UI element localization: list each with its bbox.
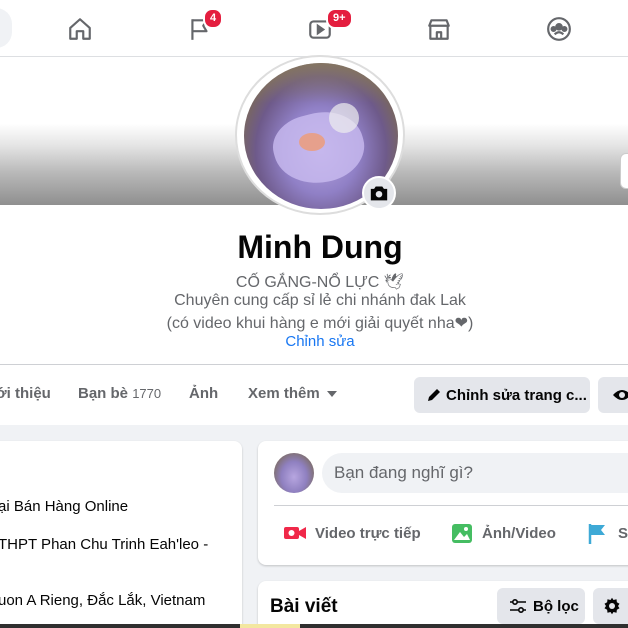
flag-icon [588,524,605,544]
top-navigation: 4 9+ [0,0,628,57]
intro-location: uon A Rieng, Đắc Lắk, Vietnam [0,592,206,609]
posts-title: Bài viết [270,596,338,617]
watch-badge: 9+ [326,8,353,29]
edit-cover-button[interactable] [620,153,628,189]
photo-video-button[interactable]: Ảnh/Video [450,518,556,548]
tab-friends[interactable]: Bạn bè 1770 [78,385,161,402]
manage-posts-button[interactable] [593,588,628,624]
pencil-icon [428,389,440,401]
nav-tab-marketplace[interactable] [409,8,469,50]
view-as-button[interactable] [598,377,628,413]
camera-icon [370,186,388,201]
divider [0,364,628,365]
composer-avatar[interactable] [274,453,314,493]
bio-line: (có video khui hàng e mới giải quyết nha… [166,315,474,332]
live-video-button[interactable]: Video trực tiếp [283,518,421,548]
profile-name: Minh Dung [237,229,403,265]
photo-icon [452,524,472,543]
tab-photos[interactable]: Ảnh [189,385,218,402]
nav-tab-pages[interactable]: 4 [170,8,230,50]
life-event-label: Sự [618,524,628,542]
photo-video-label: Ảnh/Video [482,524,556,542]
bio-line: Chuyên cung cấp sỉ lẻ chi nhánh đak Lak [174,292,466,309]
filter-label: Bộ lọc [533,597,579,615]
nav-tab-watch[interactable]: 9+ [290,8,353,50]
home-icon [69,18,91,40]
tab-about[interactable]: ới thiệu [0,385,51,402]
bio-line: CỐ GẮNG-NỔ LỰC 🕊 [235,274,405,291]
friends-count: 1770 [132,386,162,401]
store-icon [428,19,450,40]
edit-profile-button[interactable]: Chỉnh sửa trang c... [414,377,590,413]
divider [274,505,628,506]
caret-down-icon [326,390,337,397]
taskbar-edge [0,624,628,628]
live-video-icon [284,527,306,539]
gear-icon [604,597,620,615]
tab-more[interactable]: Xem thêm [248,385,338,402]
edit-bio-link[interactable]: Chỉnh sửa [0,333,628,350]
nav-tab-home[interactable] [50,8,110,50]
edit-profile-label: Chỉnh sửa trang c... [446,386,587,404]
intro-school: THPT Phan Chu Trinh Eah'leo - [0,536,209,553]
tab-more-label: Xem thêm [248,385,320,402]
change-avatar-button[interactable] [362,176,396,210]
tab-friends-label: Bạn bè [78,385,129,402]
intro-work: ại Bán Hàng Online [0,498,129,515]
groups-icon [547,17,571,41]
filter-button[interactable]: Bộ lọc [497,588,585,624]
search-field[interactable] [0,8,12,48]
live-video-label: Video trực tiếp [315,524,421,542]
filter-icon [510,598,526,614]
nav-tab-groups[interactable] [529,8,589,50]
pages-badge: 4 [203,8,224,29]
composer-input[interactable]: Bạn đang nghĩ gì? [322,453,628,493]
eye-icon [613,390,628,400]
life-event-button[interactable]: Sự [586,518,628,548]
